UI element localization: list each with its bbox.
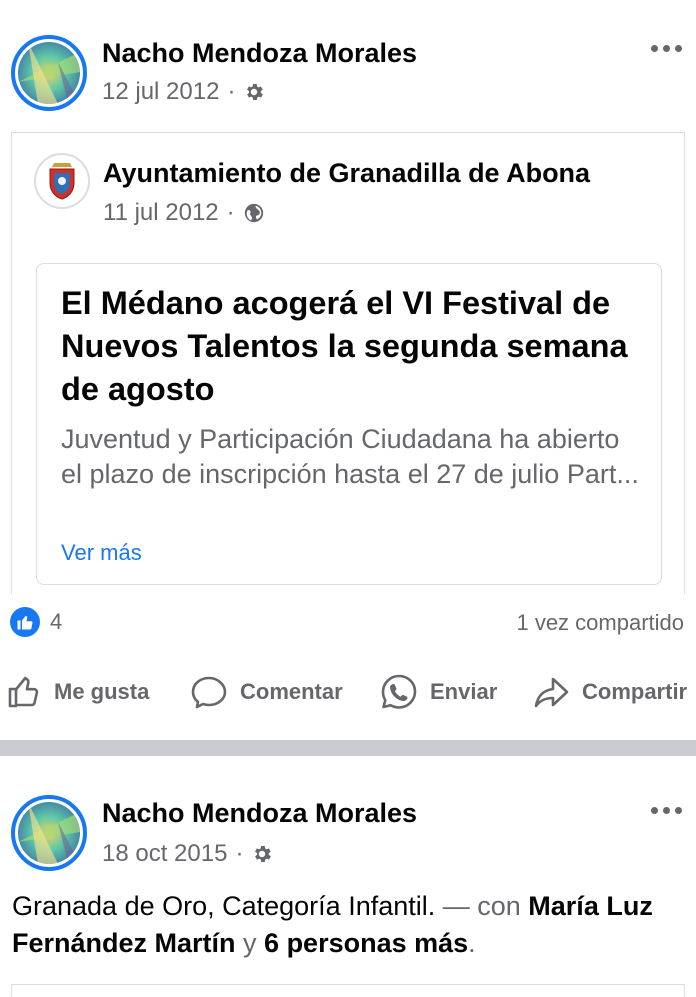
- more-dot: [650, 806, 658, 814]
- tagged-others-link[interactable]: 6 personas más: [264, 928, 468, 958]
- feed-divider: [0, 740, 696, 756]
- meta-separator: ·: [235, 840, 244, 867]
- see-more-link[interactable]: Ver más: [61, 540, 142, 566]
- like-reaction-icon: [10, 607, 40, 637]
- thumbs-up-icon: [6, 674, 42, 710]
- post-date[interactable]: 12 jul 2012: [102, 78, 219, 106]
- send-button[interactable]: Enviar: [380, 664, 497, 720]
- reactions-count: 4: [50, 609, 63, 634]
- post-text-and: y: [235, 928, 265, 958]
- page-logo[interactable]: [34, 153, 90, 209]
- more-dot: [674, 44, 682, 52]
- like-label: Me gusta: [54, 679, 150, 704]
- more-dot: [650, 44, 658, 52]
- share-label: Compartir: [582, 679, 688, 704]
- gear-icon: [251, 843, 273, 865]
- shared-date[interactable]: 11 jul 2012: [103, 199, 219, 227]
- avatar[interactable]: [11, 795, 87, 871]
- more-dot: [662, 44, 670, 52]
- post-text-with: — con: [435, 891, 529, 921]
- more-dot: [674, 806, 682, 814]
- page-name[interactable]: Ayuntamiento de Granadilla de Abona: [103, 158, 590, 189]
- whatsapp-icon: [380, 673, 418, 711]
- share-button[interactable]: Compartir: [532, 664, 687, 720]
- post-date[interactable]: 18 oct 2015: [102, 840, 227, 868]
- post-text-main: Granada de Oro, Categoría Infantil.: [12, 891, 436, 921]
- more-options-button[interactable]: [646, 38, 686, 58]
- globe-icon: [243, 202, 265, 224]
- avatar-image: [18, 802, 80, 864]
- post-text: Granada de Oro, Categoría Infantil. — co…: [12, 888, 684, 962]
- meta-separator: ·: [227, 78, 236, 105]
- post-actions: Me gusta Comentar Enviar Compartir: [0, 664, 696, 720]
- more-options-button[interactable]: [646, 800, 686, 820]
- reactions-summary[interactable]: 4: [10, 607, 62, 637]
- link-description: Juventud y Participación Ciudadana ha ab…: [61, 424, 639, 489]
- post-2: Nacho Mendoza Morales 18 oct 2015 · Gran…: [0, 756, 696, 997]
- post-author[interactable]: Nacho Mendoza Morales: [102, 38, 417, 69]
- meta-separator: ·: [226, 199, 235, 226]
- crest-icon: [49, 163, 75, 200]
- avatar-image: [18, 42, 80, 104]
- avatar[interactable]: [11, 35, 87, 111]
- post-meta: 18 oct 2015 ·: [102, 840, 273, 868]
- gear-icon: [243, 81, 265, 103]
- shared-meta: 11 jul 2012 ·: [103, 199, 265, 227]
- comment-label: Comentar: [240, 679, 343, 704]
- shares-count[interactable]: 1 vez compartido: [516, 610, 684, 636]
- comment-button[interactable]: Comentar: [190, 664, 343, 720]
- shared-post[interactable]: Ayuntamiento de Granadilla de Abona 11 j…: [11, 132, 685, 594]
- post-1: Nacho Mendoza Morales 12 jul 2012 · Ayun…: [0, 0, 696, 740]
- post-author[interactable]: Nacho Mendoza Morales: [102, 798, 417, 829]
- post-text-end: .: [468, 928, 476, 958]
- more-dot: [662, 806, 670, 814]
- link-title[interactable]: El Médano acogerá el VI Festival de Nuev…: [61, 282, 641, 411]
- comment-icon: [190, 674, 228, 710]
- share-arrow-icon: [532, 674, 570, 710]
- post-meta: 12 jul 2012 ·: [102, 78, 265, 106]
- link-preview-card[interactable]: El Médano acogerá el VI Festival de Nuev…: [36, 263, 662, 585]
- attachment-card-top: [11, 984, 685, 997]
- like-button[interactable]: Me gusta: [6, 664, 149, 720]
- send-label: Enviar: [430, 679, 498, 704]
